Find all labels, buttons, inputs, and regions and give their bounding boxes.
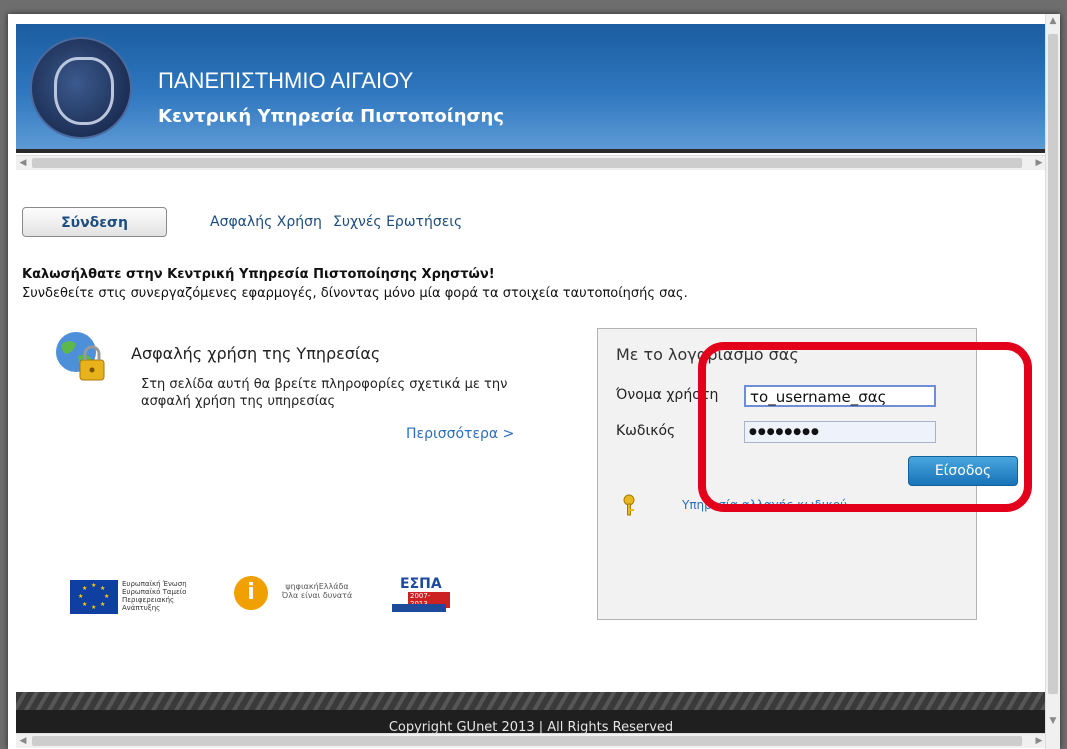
tab-secure-use[interactable]: Ασφαλής Χρήση (210, 214, 322, 230)
browser-window: ΠΑΝΕΠΙΣΤΗΜΙΟ ΑΙΓΑΙΟΥ Κεντρική Υπηρεσία Π… (8, 14, 1060, 749)
scroll-right-icon[interactable]: ▶ (1032, 734, 1046, 748)
scroll-left-icon[interactable]: ◀ (16, 734, 30, 748)
welcome-heading: Καλωσήλθατε στην Κεντρική Υπηρεσία Πιστο… (22, 267, 495, 282)
university-logo (30, 37, 132, 139)
digital-greece-brand: ψηφιακήΕλλάδα (285, 582, 349, 591)
eu-text: Ευρωπαϊκή Ένωση Ευρωπαϊκό Ταμείο Περιφερ… (122, 580, 187, 612)
more-link[interactable]: Περισσότερα > (406, 426, 514, 442)
key-icon (623, 494, 635, 516)
scroll-right-icon[interactable]: ▶ (1032, 156, 1046, 170)
tab-login[interactable]: Σύνδεση (22, 207, 167, 237)
digital-greece-icon: i (234, 576, 268, 610)
footer-stripe (16, 692, 1046, 710)
service-subtitle: Κεντρική Υπηρεσία Πιστοποίησης (158, 106, 505, 127)
eu-flag-icon: ★ ★ ★ ★ ★ ★ ★ ★ (70, 580, 118, 614)
espa-logo: ΕΣΠΑ 2007-2013 (390, 576, 450, 620)
secure-use-description: Στη σελίδα αυτή θα βρείτε πληροφορίες σχ… (141, 377, 508, 409)
globe-lock-icon (56, 332, 105, 381)
scrollbar-thumb[interactable] (32, 158, 1022, 168)
digital-greece-tagline: Όλα είναι δυνατά (281, 591, 353, 600)
university-title: ΠΑΝΕΠΙΣΤΗΜΙΟ ΑΙΓΑΙΟΥ (158, 68, 414, 93)
highlight-annotation (698, 342, 1032, 512)
tab-faq[interactable]: Συχνές Ερωτήσεις (333, 214, 462, 230)
vertical-scrollbar-thumb[interactable] (1048, 34, 1058, 694)
password-label: Κωδικός (616, 423, 676, 439)
scroll-left-icon[interactable]: ◀ (16, 156, 30, 170)
scrollbar-thumb[interactable] (32, 736, 1022, 746)
site-header: ΠΑΝΕΠΙΣΤΗΜΙΟ ΑΙΓΑΙΟΥ Κεντρική Υπηρεσία Π… (16, 24, 1046, 149)
welcome-text: Συνδεθείτε στις συνεργαζόμενες εφαρμογές… (22, 286, 688, 301)
horizontal-scrollbar-bottom[interactable]: ◀ ▶ (16, 733, 1046, 748)
espa-text: ΕΣΠΑ (400, 576, 442, 592)
header-divider (16, 149, 1046, 153)
scroll-down-icon[interactable]: ▼ (1046, 714, 1060, 728)
secure-use-title: Ασφαλής χρήση της Υπηρεσίας (131, 344, 381, 363)
horizontal-scrollbar-top[interactable]: ◀ ▶ (16, 155, 1046, 170)
scroll-up-icon[interactable]: ▲ (1046, 14, 1060, 28)
vertical-scrollbar[interactable]: ▲ ▼ (1045, 14, 1060, 749)
